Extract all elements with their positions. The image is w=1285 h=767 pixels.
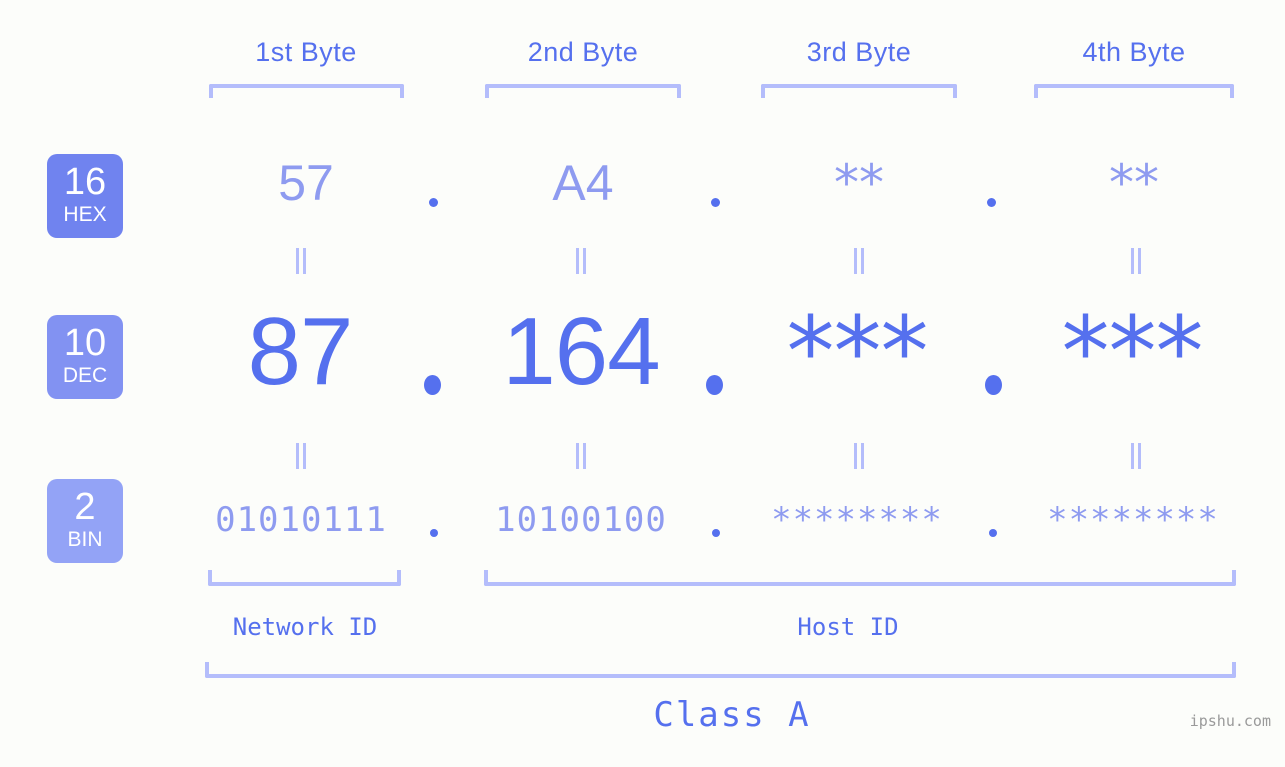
hex-separator-dot-2 — [711, 198, 720, 207]
watermark: ipshu.com — [1189, 712, 1271, 730]
byte-bracket-top-1 — [209, 84, 404, 98]
bin-separator-dot-1 — [430, 529, 438, 537]
equals-marker-hex-dec-2 — [576, 248, 587, 274]
byte-header-1: 1st Byte — [255, 37, 357, 67]
dec-byte-2: 164 — [502, 298, 660, 405]
base-badge-bin-number: 2 — [74, 486, 96, 528]
base-badge-hex-number: 16 — [63, 161, 107, 203]
equals-marker-hex-dec-3 — [854, 248, 865, 274]
ip-breakdown-diagram: 1st Byte 2nd Byte 3rd Byte 4th Byte 16 H… — [0, 0, 1285, 767]
network-id-bracket — [208, 570, 401, 586]
byte-header-2: 2nd Byte — [527, 37, 639, 67]
byte-bracket-top-2 — [485, 84, 681, 98]
bin-separator-dot-3 — [989, 529, 997, 537]
dec-separator-dot-3 — [985, 375, 1002, 395]
hex-separator-dot-3 — [987, 198, 996, 207]
equals-marker-dec-bin-1 — [296, 443, 307, 469]
hex-byte-2: A4 — [552, 155, 614, 211]
bin-byte-3: ******** — [771, 500, 943, 540]
base-badge-bin-name: BIN — [67, 528, 103, 551]
bin-separator-dot-2 — [712, 529, 720, 537]
dec-byte-1: 87 — [247, 298, 354, 405]
byte-header-3: 3rd Byte — [806, 37, 912, 67]
equals-marker-dec-bin-2 — [576, 443, 587, 469]
base-badge-hex: 16 HEX — [47, 154, 123, 238]
base-badge-hex-name: HEX — [63, 203, 107, 226]
equals-marker-dec-bin-4 — [1131, 443, 1142, 469]
byte-header-4: 4th Byte — [1082, 37, 1186, 67]
dec-byte-3: *** — [786, 296, 929, 408]
byte-bracket-top-4 — [1034, 84, 1234, 98]
host-id-bracket — [484, 570, 1236, 586]
class-bracket — [205, 662, 1236, 678]
dec-separator-dot-1 — [424, 375, 441, 395]
bin-byte-4: ******** — [1047, 500, 1219, 540]
class-label: Class A — [653, 695, 811, 735]
base-badge-dec-name: DEC — [62, 364, 108, 387]
hex-byte-4: ** — [1109, 154, 1159, 212]
bin-byte-2: 10100100 — [495, 500, 667, 540]
bin-byte-1: 01010111 — [215, 500, 387, 540]
byte-bracket-top-3 — [761, 84, 957, 98]
dec-byte-4: *** — [1061, 296, 1204, 408]
hex-byte-1: 57 — [278, 155, 334, 211]
host-id-label: Host ID — [797, 613, 899, 641]
hex-byte-3: ** — [834, 154, 884, 212]
hex-separator-dot-1 — [429, 198, 438, 207]
base-badge-bin: 2 BIN — [47, 479, 123, 563]
base-badge-dec: 10 DEC — [47, 315, 123, 399]
equals-marker-dec-bin-3 — [854, 443, 865, 469]
base-badge-dec-number: 10 — [63, 322, 107, 364]
dec-separator-dot-2 — [706, 375, 723, 395]
equals-marker-hex-dec-4 — [1131, 248, 1142, 274]
equals-marker-hex-dec-1 — [296, 248, 307, 274]
network-id-label: Network ID — [232, 613, 378, 641]
